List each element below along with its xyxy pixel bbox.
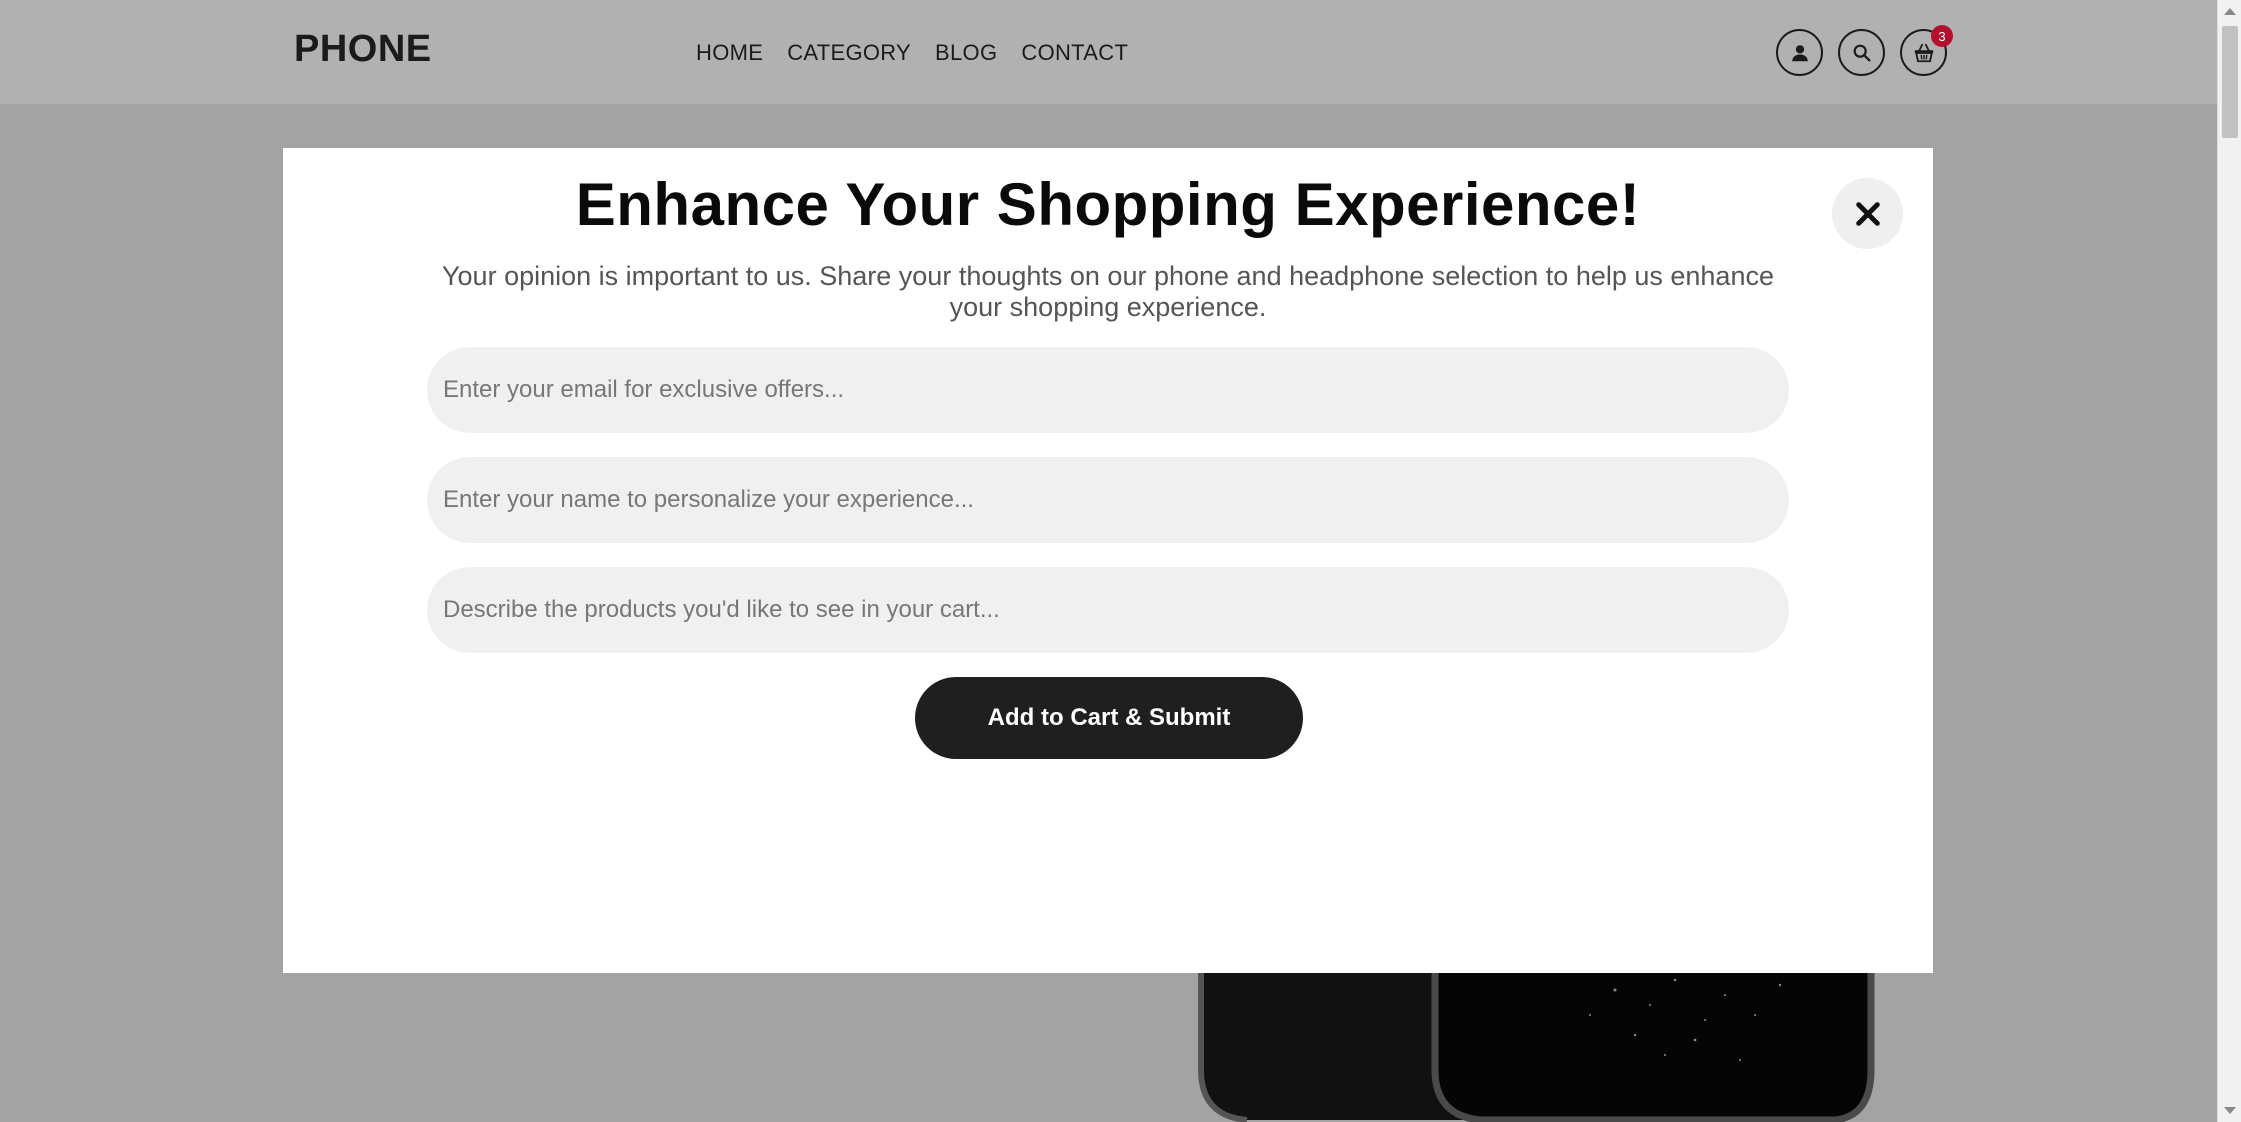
brand-logo[interactable]: PHONE — [294, 28, 432, 71]
scroll-up-icon[interactable] — [2224, 8, 2236, 15]
basket-icon — [1914, 43, 1933, 62]
nav-contact[interactable]: CONTACT — [1021, 40, 1128, 66]
close-icon — [1855, 201, 1880, 226]
search-button[interactable] — [1838, 29, 1885, 76]
email-field[interactable] — [427, 347, 1789, 433]
cart-button[interactable]: 3 — [1900, 25, 1953, 76]
main-nav: HOME CATEGORY BLOG CONTACT — [696, 40, 1128, 66]
feedback-modal: Enhance Your Shopping Experience! Your o… — [283, 148, 1933, 973]
nav-home[interactable]: HOME — [696, 40, 763, 66]
site-header: PHONE HOME CATEGORY BLOG CONTACT 3 — [0, 0, 2217, 104]
scroll-thumb[interactable] — [2222, 26, 2238, 138]
hero-phone-image — [1198, 960, 1875, 1122]
user-icon — [1791, 44, 1808, 61]
page-scrollbar[interactable] — [2217, 0, 2241, 1122]
name-field[interactable] — [427, 457, 1789, 543]
modal-title: Enhance Your Shopping Experience! — [575, 171, 1641, 238]
search-icon — [1853, 44, 1871, 62]
scroll-down-icon[interactable] — [2224, 1107, 2236, 1114]
header-icons: 3 — [1776, 25, 1953, 76]
nav-blog[interactable]: BLOG — [935, 40, 997, 66]
account-button[interactable] — [1776, 29, 1823, 76]
page: PHONE HOME CATEGORY BLOG CONTACT 3 Enhan… — [0, 0, 2241, 1122]
products-field[interactable] — [427, 567, 1789, 653]
submit-button[interactable]: Add to Cart & Submit — [915, 677, 1303, 759]
close-button[interactable] — [1832, 178, 1903, 249]
modal-subtitle: Your opinion is important to us. Share y… — [442, 261, 1774, 322]
nav-category[interactable]: CATEGORY — [787, 40, 911, 66]
cart-count-badge: 3 — [1931, 25, 1953, 47]
